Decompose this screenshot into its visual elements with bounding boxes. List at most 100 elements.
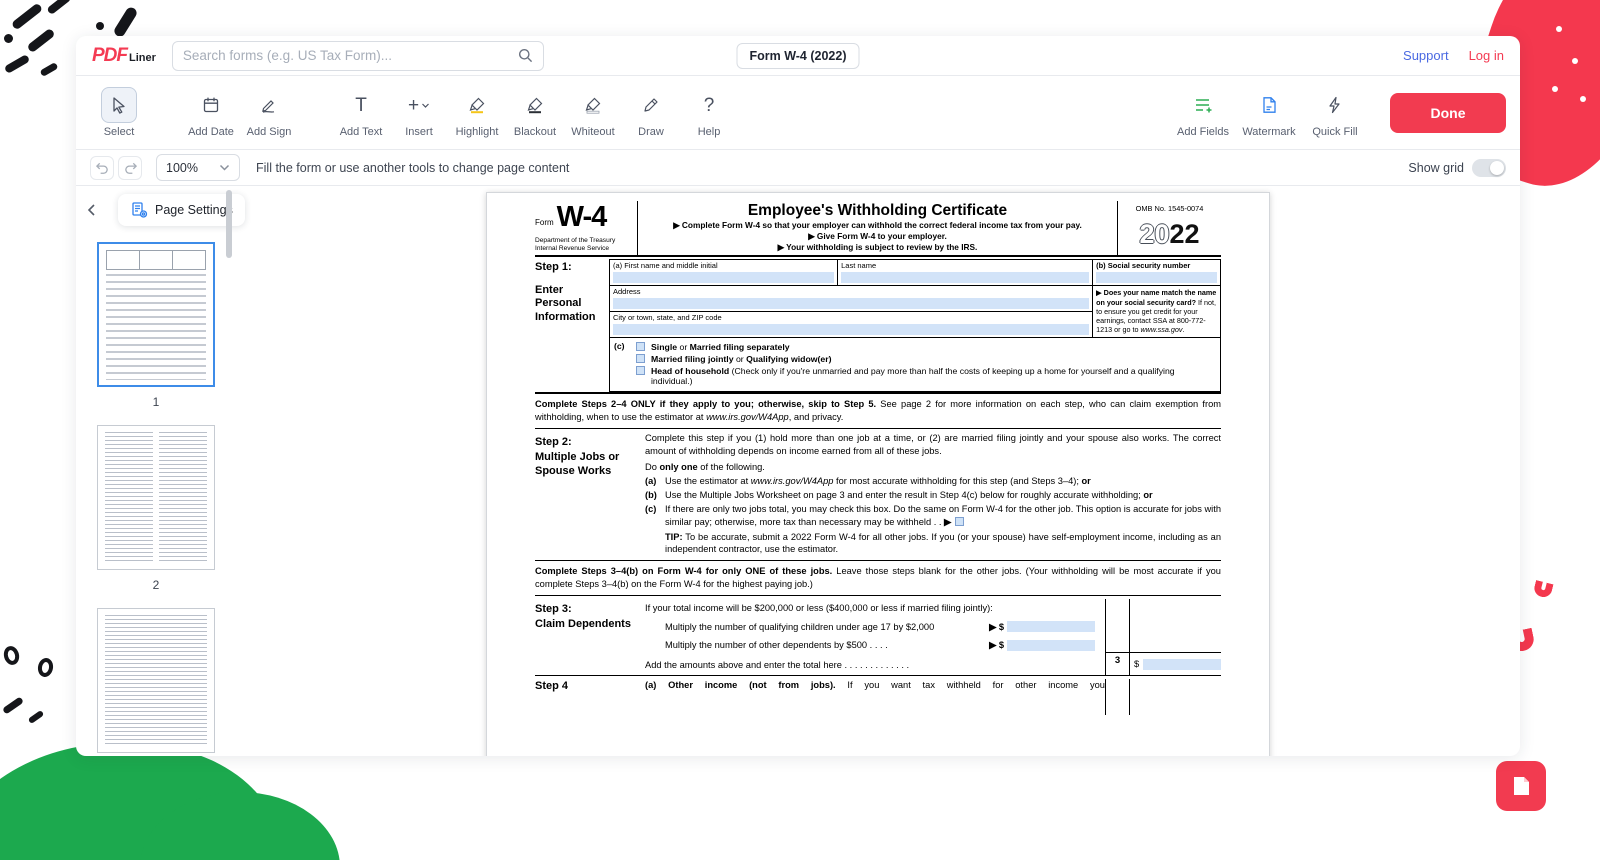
decor-ink-stroke <box>46 0 71 15</box>
toolbar-right-group: Add Fields Watermark Quick Fill Done <box>1170 87 1506 138</box>
step3-dependents-line: Multiply the number of other dependents … <box>645 639 1105 652</box>
sidebar-scrollbar[interactable] <box>226 190 232 258</box>
single-checkbox[interactable] <box>636 342 645 351</box>
undo-button[interactable] <box>90 156 114 180</box>
add-date-tool-button[interactable]: Add Date <box>182 87 240 138</box>
decor-ink-stroke <box>28 710 45 724</box>
page-number: 2 <box>153 578 160 592</box>
done-button[interactable]: Done <box>1390 93 1506 133</box>
total-amount-input[interactable] <box>1143 659 1221 670</box>
dept-line1: Department of the Treasury <box>535 237 633 245</box>
logo-pdf-text: PDF <box>92 45 127 67</box>
ssn-box: (b) Social security number <box>1093 260 1220 285</box>
redo-button[interactable] <box>118 156 142 180</box>
help-tool-button[interactable]: ? Help <box>680 87 738 138</box>
step-sublabel: Multiple Jobs or Spouse Works <box>535 451 641 478</box>
header-links: Support Log in <box>1403 48 1504 63</box>
tool-label: Draw <box>638 126 664 138</box>
zoom-select[interactable]: 100% <box>156 154 240 181</box>
decor-red-u-stroke <box>1532 580 1553 599</box>
highlight-tool-button[interactable]: Highlight <box>448 87 506 138</box>
head-of-household-checkbox[interactable] <box>636 366 645 375</box>
form-number: W-4 <box>557 202 607 232</box>
step-sublabel: Claim Dependents <box>535 618 641 632</box>
c-label: (c) <box>610 340 636 388</box>
page-thumbnail-3[interactable] <box>97 608 215 753</box>
tool-label: Add Date <box>188 126 234 138</box>
whiteout-tool-button[interactable]: Whiteout <box>564 87 622 138</box>
field-label: (a) First name and middle initial <box>613 261 834 270</box>
last-name-input[interactable] <box>841 272 1089 283</box>
step4-amount-column <box>1129 679 1221 715</box>
decor-ring <box>36 657 54 678</box>
decor-white-dot <box>1556 26 1562 32</box>
quick-fill-tool-button[interactable]: Quick Fill <box>1302 87 1368 138</box>
city-input[interactable] <box>613 324 1089 335</box>
support-link[interactable]: Support <box>1403 48 1449 63</box>
show-grid-control: Show grid <box>1408 159 1506 177</box>
dependents-amount-input[interactable] <box>1007 640 1095 651</box>
chevron-left-icon <box>85 203 99 217</box>
chevron-down-icon <box>219 164 230 172</box>
lightning-icon <box>1317 87 1353 123</box>
first-name-input[interactable] <box>613 272 834 283</box>
redo-icon <box>123 161 138 175</box>
show-grid-label: Show grid <box>1408 161 1464 175</box>
thumbnail-content <box>105 615 207 746</box>
step3-total-line: Add the amounts above and enter the tota… <box>645 659 1105 675</box>
address-box: Address <box>610 286 1092 312</box>
city-box: City or town, state, and ZIP code <box>610 312 1092 337</box>
w4-form-id: Form W-4 Department of the Treasury Inte… <box>535 201 637 255</box>
page-number: 1 <box>153 395 160 409</box>
add-text-tool-button[interactable]: T Add Text <box>332 87 390 138</box>
step-sublabel: Enter Personal Information <box>535 284 605 325</box>
decor-ring <box>2 644 21 666</box>
line-text: Multiply the number of qualifying childr… <box>665 621 934 634</box>
select-tool-button[interactable]: Select <box>90 87 148 138</box>
add-sign-tool-button[interactable]: Add Sign <box>240 87 298 138</box>
sidebar-collapse-button[interactable] <box>78 196 106 224</box>
step3-number-column <box>1105 599 1129 652</box>
form-bullet: ▶ Your withholding is subject to review … <box>643 242 1112 253</box>
page-thumbnail-1[interactable] <box>97 242 215 387</box>
step4-number-column <box>1105 679 1129 715</box>
married-jointly-checkbox[interactable] <box>636 354 645 363</box>
pdfliner-logo-badge <box>1496 761 1546 811</box>
option-label: Married filing jointly or Qualifying wid… <box>651 354 832 365</box>
pdfliner-logo[interactable]: PDF Liner <box>92 45 156 67</box>
watermark-tool-button[interactable]: Watermark <box>1236 87 1302 138</box>
form-year: 2022 <box>1120 220 1219 248</box>
page-settings-label: Page Settings <box>155 203 233 217</box>
app-header: PDF Liner Form W-4 (2022) Support Log in <box>76 36 1520 76</box>
thumbnail-content <box>106 274 206 380</box>
step2-section: Step 2: Multiple Jobs or Spouse Works Co… <box>535 429 1221 561</box>
step2-option-c: (c) If there are only two jobs total, yo… <box>645 503 1221 529</box>
page-thumbnail-2[interactable] <box>97 425 215 570</box>
blackout-marker-icon <box>517 87 553 123</box>
step2-paragraph: Complete this step if you (1) hold more … <box>645 432 1221 458</box>
step2-label-block: Step 2: Multiple Jobs or Spouse Works <box>535 432 645 556</box>
search-input[interactable] <box>183 48 518 63</box>
show-grid-toggle[interactable] <box>1472 159 1506 177</box>
filing-status-option: Married filing jointly or Qualifying wid… <box>636 354 1218 365</box>
line-text: Add the amounts above and enter the tota… <box>645 659 909 672</box>
decor-ink-dot <box>4 34 13 43</box>
toolbar-hint-text: Fill the form or use another tools to ch… <box>256 161 569 175</box>
decor-ink-stroke <box>2 696 24 714</box>
draw-tool-button[interactable]: Draw <box>622 87 680 138</box>
add-fields-tool-button[interactable]: Add Fields <box>1170 87 1236 138</box>
decor-white-dot <box>1572 58 1578 64</box>
two-jobs-checkbox[interactable] <box>955 517 964 526</box>
blackout-tool-button[interactable]: Blackout <box>506 87 564 138</box>
line-text: Multiply the number of other dependents … <box>665 639 888 652</box>
address-input[interactable] <box>613 298 1089 309</box>
tool-label: Select <box>104 126 135 138</box>
insert-tool-button[interactable]: + Insert <box>390 87 448 138</box>
search-box[interactable] <box>172 41 544 71</box>
page-thumbnails: 1 2 3 <box>76 242 236 756</box>
search-icon <box>518 48 533 63</box>
children-amount-input[interactable] <box>1007 621 1095 632</box>
ssn-input[interactable] <box>1096 272 1217 283</box>
login-link[interactable]: Log in <box>1469 48 1504 63</box>
step-label: Step 3: <box>535 603 641 617</box>
